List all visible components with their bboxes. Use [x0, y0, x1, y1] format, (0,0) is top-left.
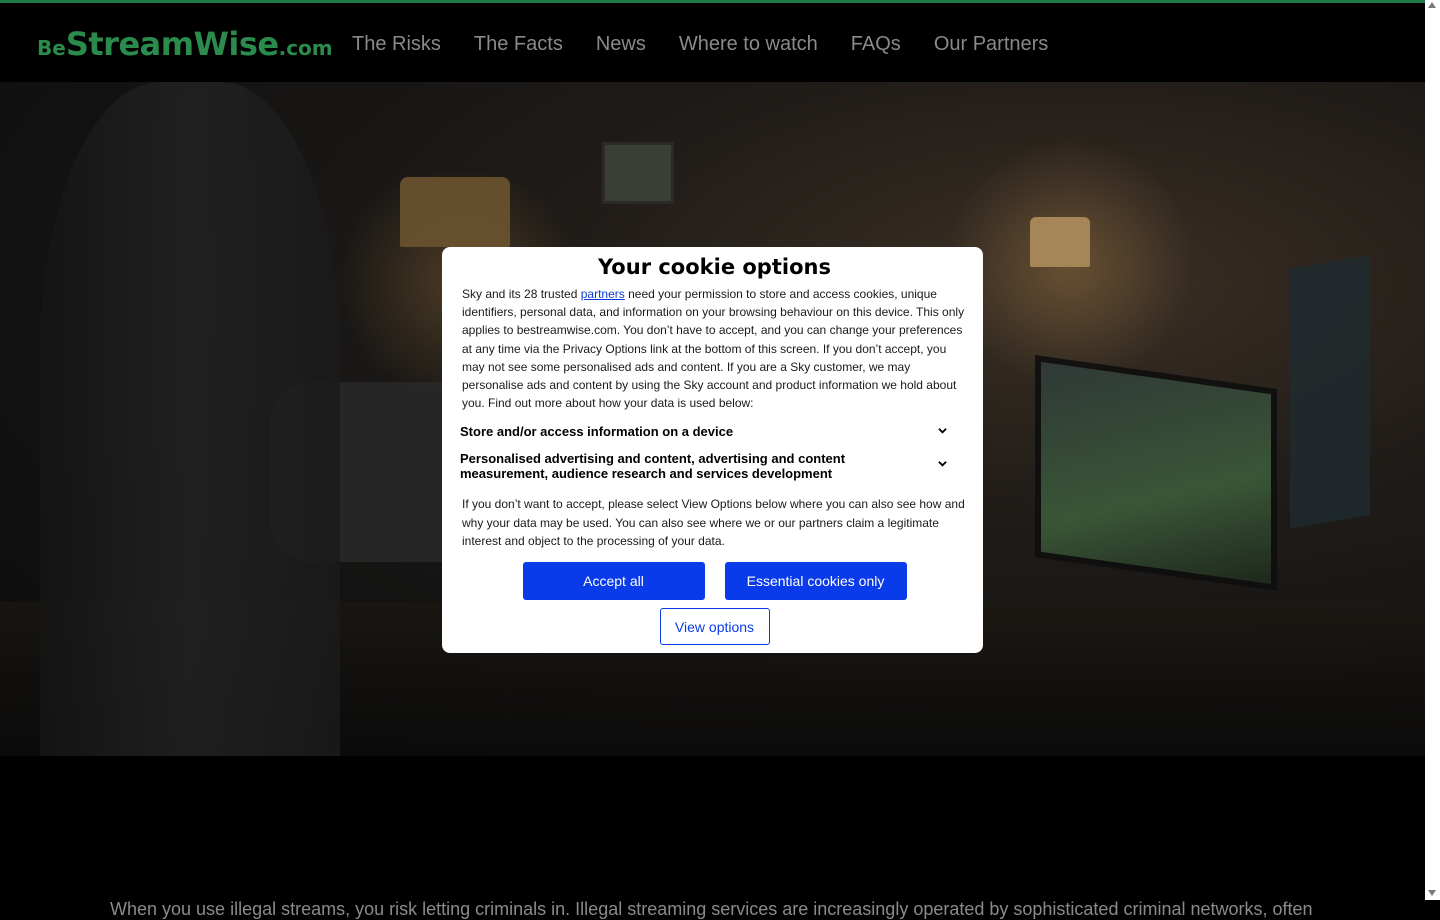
accordion-label: Store and/or access information on a dev…: [460, 424, 734, 440]
accordion-store-access[interactable]: Store and/or access information on a dev…: [460, 424, 967, 439]
cookie-body-rest: need your permission to store and access…: [462, 287, 965, 411]
site-logo[interactable]: Be StreamWise .com: [37, 25, 333, 65]
hero-lamp: [1030, 217, 1090, 267]
hero-lamp: [400, 177, 510, 247]
partners-link[interactable]: partners: [581, 287, 625, 301]
scroll-up-icon[interactable]: [1428, 2, 1436, 8]
nav-item-faqs[interactable]: FAQs: [851, 33, 901, 56]
scroll-down-icon[interactable]: [1428, 890, 1436, 896]
cookie-body-intro: Sky and its 28 trusted: [462, 287, 581, 301]
cookie-dialog-body-secondary: If you don’t want to accept, please sele…: [462, 497, 965, 548]
nav-item-our-partners[interactable]: Our Partners: [934, 33, 1048, 56]
hero-picture-frame: [602, 142, 674, 204]
site-header: Be StreamWise .com The Risks The Facts N…: [0, 3, 1425, 82]
logo-main: StreamWise: [65, 25, 279, 63]
nav-item-where-to-watch[interactable]: Where to watch: [679, 33, 818, 56]
essential-cookies-button[interactable]: Essential cookies only: [724, 562, 907, 601]
nav-item-news[interactable]: News: [596, 33, 646, 56]
cookie-button-row: Accept all Essential cookies only: [462, 562, 967, 601]
hero-tv: [1035, 354, 1277, 592]
hero-person-silhouette: [40, 82, 340, 756]
cookie-dialog-body: Sky and its 28 trusted partners need you…: [462, 285, 967, 412]
chevron-down-icon: [938, 461, 947, 467]
cookie-dialog: Your cookie options Sky and its 28 trust…: [442, 247, 983, 653]
page-scrollbar[interactable]: [1425, 0, 1440, 900]
main-nav: The Risks The Facts News Where to watch …: [352, 33, 1081, 56]
intro-text: When you use illegal streams, you risk l…: [110, 899, 1313, 919]
chevron-down-icon: [938, 428, 947, 434]
cookie-dialog-title: Your cookie options: [598, 255, 831, 279]
nav-item-the-facts[interactable]: The Facts: [474, 33, 563, 56]
accept-all-button[interactable]: Accept all: [522, 562, 705, 601]
logo-com: .com: [278, 36, 333, 60]
accordion-personalised-advertising[interactable]: Personalised advertising and content, ad…: [460, 451, 967, 481]
view-options-button[interactable]: View options: [659, 608, 770, 646]
accordion-label: Personalised advertising and content, ad…: [460, 451, 846, 482]
nav-item-the-risks[interactable]: The Risks: [352, 33, 441, 56]
hero-monitor: [1290, 254, 1370, 530]
logo-be: Be: [37, 36, 66, 60]
